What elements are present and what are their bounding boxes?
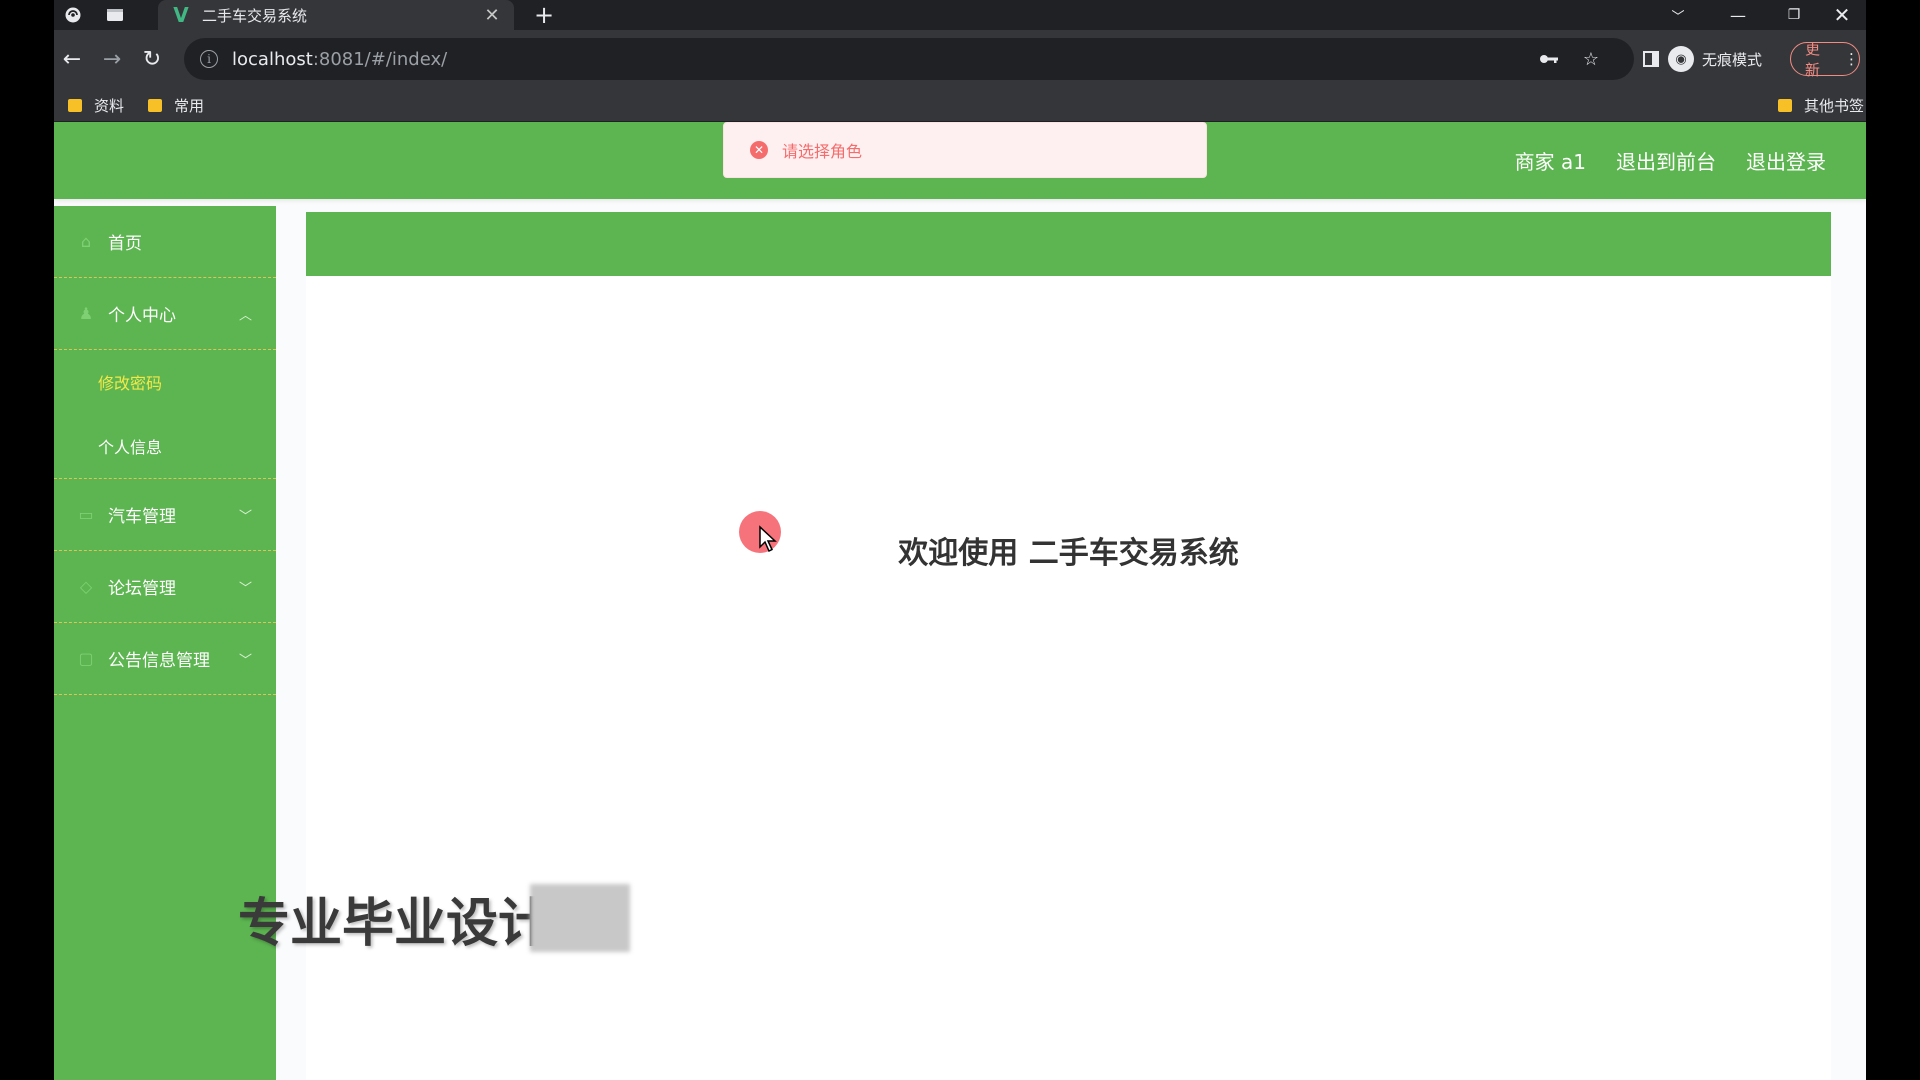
close-window-icon[interactable]: ✕ xyxy=(1818,0,1866,30)
bookmark-label: 常用 xyxy=(174,96,205,115)
bookmark-label: 资料 xyxy=(94,96,125,115)
tab-title: 二手车交易系统 xyxy=(202,6,308,25)
url-path: :8081/#/index/ xyxy=(312,48,448,70)
update-button[interactable]: 更新 ⋮ xyxy=(1790,40,1860,79)
forum-icon: ◇ xyxy=(79,577,93,596)
folder-icon xyxy=(68,98,82,112)
tab-close-icon[interactable]: ✕ xyxy=(482,5,502,26)
sidebar-item-personal-info[interactable]: 个人信息 xyxy=(54,414,276,478)
screen: V 二手车交易系统 ✕ + ﹀ — ❐ ✕ ← → ↻ i localhost:… xyxy=(0,0,1920,1080)
incognito-icon: ◉ xyxy=(1668,46,1694,72)
minimize-icon[interactable]: — xyxy=(1714,0,1762,30)
back-to-front-link[interactable]: 退出到前台 xyxy=(1616,146,1716,175)
vue-favicon-icon: V xyxy=(173,3,189,27)
watermark: 专业毕业设计 xyxy=(238,879,631,957)
chevron-down-icon: ﹀ xyxy=(238,509,252,524)
bookmarks-bar: 资料 常用 其他书签 xyxy=(54,88,1866,122)
user-icon: ♟ xyxy=(78,304,94,323)
sidebar-item-personal-center[interactable]: ♟ 个人中心 ︿ xyxy=(54,278,276,350)
bookmark-folder-changyong[interactable]: 常用 xyxy=(148,88,204,122)
folder-icon xyxy=(1778,98,1792,112)
error-circle-icon: ✕ xyxy=(750,141,768,159)
main-content: 欢迎使用 二手车交易系统 xyxy=(306,276,1831,1080)
chevron-down-icon: ﹀ xyxy=(238,581,252,596)
update-label: 更新 xyxy=(1805,40,1821,79)
notice-icon: ▢ xyxy=(78,649,94,668)
site-info-icon[interactable]: i xyxy=(200,50,218,68)
browser-toolbar: ← → ↻ i localhost:8081/#/index/ ☆ ◉ 无痕模式… xyxy=(54,30,1866,88)
address-bar[interactable]: i localhost:8081/#/index/ ☆ xyxy=(184,38,1634,80)
watermark-text: 专业毕业设计 xyxy=(238,893,551,954)
password-key-icon[interactable] xyxy=(1534,38,1564,80)
chevron-down-icon: ﹀ xyxy=(238,653,252,668)
tab-strip: V 二手车交易系统 ✕ + ﹀ — ❐ ✕ xyxy=(54,0,1866,30)
app-root: 商家 a1 退出到前台 退出登录 ✕ 请选择角色 ⌂ 首页 ♟ 个人中心 ︿ 修… xyxy=(54,122,1866,1080)
watermark-blur xyxy=(530,884,631,952)
content-banner xyxy=(306,212,1831,276)
new-tab-button[interactable]: + xyxy=(524,0,564,30)
toast-message: 请选择角色 xyxy=(782,142,863,161)
bookmark-folder-ziliao[interactable]: 资料 xyxy=(68,88,124,122)
browser-menu-icon[interactable] xyxy=(54,0,92,30)
url-text[interactable]: localhost:8081/#/index/ xyxy=(232,49,447,70)
reload-icon[interactable]: ↻ xyxy=(134,42,170,76)
current-user: 商家 a1 xyxy=(1514,150,1586,174)
incognito-label: 无痕模式 xyxy=(1702,50,1763,69)
tab-list-chevron-icon[interactable]: ﹀ xyxy=(1654,0,1702,30)
personal-center-submenu: 修改密码 个人信息 xyxy=(54,350,276,479)
folder-icon xyxy=(148,98,162,112)
error-toast: ✕ 请选择角色 xyxy=(723,122,1207,178)
sidebar-item-forum-management[interactable]: ◇ 论坛管理 ﹀ xyxy=(54,551,276,623)
sidebar-item-car-management[interactable]: ▭ 汽车管理 ﹀ xyxy=(54,479,276,551)
sidebar-item-label: 公告信息管理 xyxy=(108,651,210,671)
header-links: 商家 a1 退出到前台 退出登录 xyxy=(1485,122,1826,199)
url-host: localhost xyxy=(232,48,313,70)
bookmark-star-icon[interactable]: ☆ xyxy=(1576,38,1606,80)
car-icon: ▭ xyxy=(78,505,94,524)
side-panel-icon[interactable] xyxy=(1634,42,1668,76)
home-icon: ⌂ xyxy=(80,232,92,251)
active-tab[interactable]: V 二手车交易系统 ✕ xyxy=(158,0,514,30)
sidebar-item-change-password[interactable]: 修改密码 xyxy=(54,350,276,414)
chevron-up-icon: ︿ xyxy=(238,308,252,323)
sidebar-item-label: 汽车管理 xyxy=(108,507,176,527)
browser-window: V 二手车交易系统 ✕ + ﹀ — ❐ ✕ ← → ↻ i localhost:… xyxy=(54,0,1866,1080)
tab-search-icon[interactable] xyxy=(96,0,134,30)
mouse-cursor-icon xyxy=(759,525,777,553)
back-icon[interactable]: ← xyxy=(54,42,90,76)
sidebar-item-label: 个人中心 xyxy=(108,306,176,326)
sidebar-item-label: 首页 xyxy=(108,234,142,254)
more-menu-icon[interactable]: ⋮ xyxy=(1844,50,1859,68)
welcome-title: 欢迎使用 二手车交易系统 xyxy=(898,536,1239,571)
sidebar-item-label: 论坛管理 xyxy=(108,579,176,599)
restore-icon[interactable]: ❐ xyxy=(1770,0,1818,30)
bookmark-folder-other[interactable]: 其他书签 xyxy=(1778,88,1864,122)
logout-link[interactable]: 退出登录 xyxy=(1746,146,1826,175)
incognito-indicator[interactable]: ◉ 无痕模式 xyxy=(1668,42,1762,76)
forward-icon[interactable]: → xyxy=(94,42,130,76)
sidebar-item-notice-management[interactable]: ▢ 公告信息管理 ﹀ xyxy=(54,623,276,695)
sidebar-item-home[interactable]: ⌂ 首页 xyxy=(54,206,276,278)
bookmark-label: 其他书签 xyxy=(1804,96,1865,115)
